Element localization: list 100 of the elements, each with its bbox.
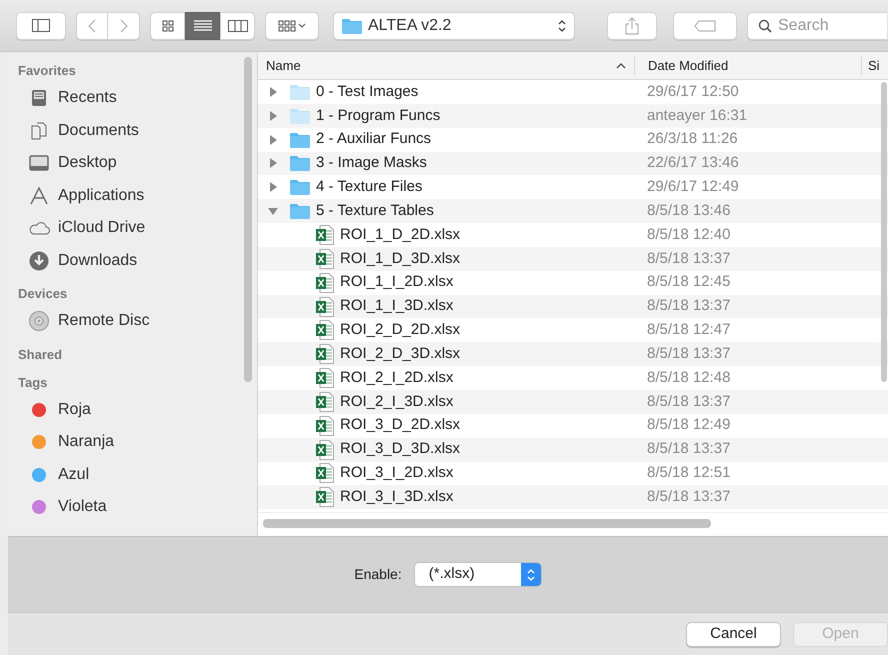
sort-ascending-icon <box>616 62 626 68</box>
file-row[interactable]: ROI_2_I_3D.xlsx 8/5/18 13:37 <box>258 390 888 414</box>
spreadsheet-icon <box>316 487 334 508</box>
sidebar-icon <box>32 19 50 32</box>
date-modified: 8/5/18 12:48 <box>646 368 730 388</box>
disclosure-right-icon[interactable] <box>268 182 278 192</box>
view-mode-button[interactable] <box>185 12 220 40</box>
stepper-icon <box>526 568 535 582</box>
dialog-button[interactable]: Cancel <box>686 622 781 646</box>
search-icon <box>758 18 772 32</box>
file-row[interactable]: ROI_3_D_3D.xlsx 8/5/18 13:37 <box>258 438 888 462</box>
sidebar-section-title: Tags <box>17 374 48 392</box>
file-name: 1 - Program Funcs <box>316 106 440 126</box>
column-header[interactable]: Date Modified <box>635 56 862 76</box>
sidebar-item[interactable]: Applications <box>8 180 257 212</box>
file-name: ROI_2_D_3D.xlsx <box>340 344 460 364</box>
arrange-icon <box>278 20 306 32</box>
disclosure-right-icon[interactable] <box>268 158 278 168</box>
sidebar-item[interactable]: Violeta <box>8 491 257 524</box>
date-modified: 8/5/18 12:45 <box>646 272 730 292</box>
spreadsheet-icon <box>316 272 334 293</box>
spreadsheet-icon <box>316 463 334 484</box>
disclosure-right-icon[interactable] <box>268 110 278 121</box>
column-header[interactable]: Si <box>862 56 886 76</box>
sidebar-section-title: Devices <box>17 285 68 304</box>
search-box[interactable]: Search <box>747 12 887 40</box>
spreadsheet-icon <box>316 248 334 269</box>
date-modified: 8/5/18 13:37 <box>646 296 730 316</box>
sidebar-section-title: Shared <box>17 346 64 364</box>
column-header[interactable]: Name <box>258 56 635 76</box>
date-modified: 8/5/18 13:37 <box>646 392 730 412</box>
date-modified: 8/5/18 13:37 <box>646 344 730 364</box>
file-name: ROI_2_I_2D.xlsx <box>340 368 454 388</box>
location-popup[interactable]: ALTEA v2.2 <box>333 12 575 40</box>
sidebar-item[interactable]: Naranja <box>8 426 257 458</box>
sidebar-item[interactable]: Desktop <box>8 147 257 180</box>
cloud-icon <box>28 220 50 236</box>
file-row[interactable]: ROI_1_I_3D.xlsx 8/5/18 13:37 <box>258 294 888 318</box>
spreadsheet-icon <box>316 344 334 364</box>
sidebar-item[interactable]: Azul <box>8 458 257 491</box>
date-modified: 29/6/17 12:50 <box>646 82 739 102</box>
file-name: ROI_3_D_2D.xlsx <box>340 415 460 436</box>
folder-icon <box>342 18 362 34</box>
enable-label: Enable: <box>354 565 402 584</box>
disclosure-right-icon[interactable] <box>268 86 278 97</box>
file-row[interactable]: ROI_2_D_3D.xlsx 8/5/18 13:37 <box>258 342 888 366</box>
grid-icon <box>162 20 174 32</box>
file-name: ROI_2_I_3D.xlsx <box>340 392 454 412</box>
file-name: ROI_1_D_3D.xlsx <box>340 248 460 269</box>
file-row[interactable]: ROI_1_D_3D.xlsx 8/5/18 13:37 <box>258 246 888 271</box>
disc-icon <box>29 311 49 332</box>
file-name: ROI_1_I_3D.xlsx <box>340 296 454 316</box>
file-name: 5 - Texture Tables <box>316 200 434 221</box>
arrange-button[interactable] <box>265 12 319 40</box>
chevron-right-icon <box>120 18 128 32</box>
file-row[interactable]: 1 - Program Funcs anteayer 16:31 <box>258 104 888 128</box>
date-modified: 22/6/17 13:46 <box>646 153 739 174</box>
sidebar-item[interactable]: iCloud Drive <box>8 212 257 244</box>
sidebar-item[interactable]: Documents <box>8 114 257 147</box>
sidebar-item[interactable]: Recents <box>8 82 257 114</box>
spreadsheet-icon <box>316 224 334 245</box>
file-name: ROI_3_I_2D.xlsx <box>340 463 454 484</box>
tray-icon <box>30 89 48 108</box>
columns-icon <box>228 20 248 32</box>
file-type-popup[interactable]: (*.xlsx) <box>414 562 542 587</box>
search-input[interactable]: Search <box>778 14 868 38</box>
file-name: 3 - Image Masks <box>316 153 427 174</box>
file-name: 4 - Texture Files <box>316 177 422 198</box>
file-name: 0 - Test Images <box>316 82 418 102</box>
tag-icon <box>694 20 716 32</box>
file-row[interactable]: 3 - Image Masks 22/6/17 13:46 <box>258 152 888 176</box>
disclosure-right-icon[interactable] <box>268 134 278 145</box>
date-modified: 8/5/18 12:47 <box>646 320 730 340</box>
date-modified: 8/5/18 13:46 <box>646 200 730 221</box>
date-modified: 8/5/18 13:37 <box>646 439 730 460</box>
date-modified: anteayer 16:31 <box>646 106 748 126</box>
date-modified: 8/5/18 13:37 <box>646 487 730 508</box>
sidebar-item[interactable]: Remote Disc <box>8 305 257 338</box>
date-modified: 8/5/18 12:40 <box>646 224 730 245</box>
sidebar-item[interactable]: Downloads <box>8 244 257 277</box>
documents-icon <box>30 122 48 140</box>
spreadsheet-icon <box>316 416 334 436</box>
spreadsheet-icon <box>316 440 334 460</box>
spreadsheet-icon <box>316 296 334 317</box>
spreadsheet-icon <box>316 368 334 388</box>
file-name: ROI_1_D_2D.xlsx <box>340 224 460 245</box>
date-modified: 8/5/18 12:49 <box>646 415 730 436</box>
sidebar-toggle-button[interactable] <box>16 12 66 40</box>
file-name: ROI_3_I_3D.xlsx <box>340 487 454 508</box>
disclosure-down-icon[interactable] <box>268 206 278 216</box>
sidebar-item[interactable]: Roja <box>8 394 257 426</box>
file-name: ROI_1_I_2D.xlsx <box>340 272 454 292</box>
date-modified: 26/3/18 11:26 <box>646 129 738 150</box>
file-row[interactable]: 5 - Texture Tables 8/5/18 13:46 <box>258 199 888 224</box>
share-button[interactable] <box>607 12 657 40</box>
share-icon <box>625 16 639 34</box>
tag-button[interactable] <box>673 12 737 40</box>
file-row[interactable]: ROI_3_I_3D.xlsx 8/5/18 13:37 <box>258 485 888 510</box>
stepper-icon <box>558 18 566 32</box>
download-icon <box>29 250 49 271</box>
